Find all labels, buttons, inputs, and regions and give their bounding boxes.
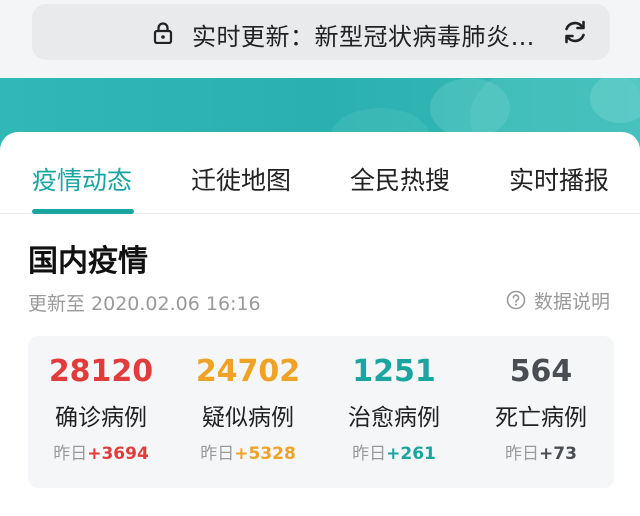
tab-migration-map[interactable]: 迁徙地图 xyxy=(191,161,291,197)
question-icon xyxy=(506,290,526,310)
stat-delta-value: +5328 xyxy=(234,444,296,464)
stat-suspected: 24702 疑似病例 昨日+5328 xyxy=(175,336,321,488)
tab-epidemic-updates[interactable]: 疫情动态 xyxy=(32,161,132,197)
browser-toolbar: 实时更新：新型冠状病毒肺炎… xyxy=(0,0,640,78)
stat-value: 1251 xyxy=(352,354,436,389)
stat-confirmed: 28120 确诊病例 昨日+3694 xyxy=(28,336,174,488)
stat-delta-value: +3694 xyxy=(87,444,149,464)
stat-label: 疑似病例 xyxy=(202,405,294,431)
stat-label: 治愈病例 xyxy=(348,405,440,431)
stat-cured: 1251 治愈病例 昨日+261 xyxy=(321,336,467,488)
stat-label: 确诊病例 xyxy=(55,405,147,431)
lock-icon xyxy=(153,22,173,44)
stat-delta-value: +261 xyxy=(386,444,436,464)
stat-delta: 昨日+261 xyxy=(321,439,467,464)
stat-deaths: 564 死亡病例 昨日+73 xyxy=(468,336,614,488)
stat-delta-prefix: 昨日 xyxy=(53,444,88,464)
stat-delta-value: +73 xyxy=(539,444,577,464)
stat-delta-prefix: 昨日 xyxy=(200,444,235,464)
data-explanation-label[interactable]: 数据说明 xyxy=(534,287,610,314)
active-tab-indicator xyxy=(32,209,134,214)
stat-delta: 昨日+73 xyxy=(468,439,614,464)
stat-delta-prefix: 昨日 xyxy=(505,444,540,464)
tab-live-broadcast[interactable]: 实时播报 xyxy=(509,161,609,197)
update-time: 更新至 2020.02.06 16:16 xyxy=(28,293,261,315)
stats-panel: 28120 确诊病例 昨日+3694 24702 疑似病例 昨日+5328 12… xyxy=(28,336,614,488)
data-explanation-link[interactable]: 数据说明 xyxy=(506,287,610,313)
stat-delta: 昨日+5328 xyxy=(175,439,321,464)
stat-value: 28120 xyxy=(48,354,154,389)
stat-label: 死亡病例 xyxy=(495,405,587,431)
stat-value: 564 xyxy=(509,354,573,389)
tab-bar: 疫情动态 迁徙地图 全民热搜 实时播报 xyxy=(0,132,640,214)
section-title: 国内疫情 xyxy=(28,244,148,279)
url-text[interactable]: 实时更新：新型冠状病毒肺炎… xyxy=(192,17,535,52)
stat-delta-prefix: 昨日 xyxy=(352,444,387,464)
address-bar[interactable]: 实时更新：新型冠状病毒肺炎… xyxy=(32,4,610,60)
stat-value: 24702 xyxy=(195,354,301,389)
tab-trending-search[interactable]: 全民热搜 xyxy=(350,161,450,197)
stat-delta: 昨日+3694 xyxy=(28,439,174,464)
epidemic-card: 疫情动态 迁徙地图 全民热搜 实时播报 国内疫情 更新至 2020.02.06 … xyxy=(0,132,640,516)
reload-icon[interactable] xyxy=(562,19,588,45)
